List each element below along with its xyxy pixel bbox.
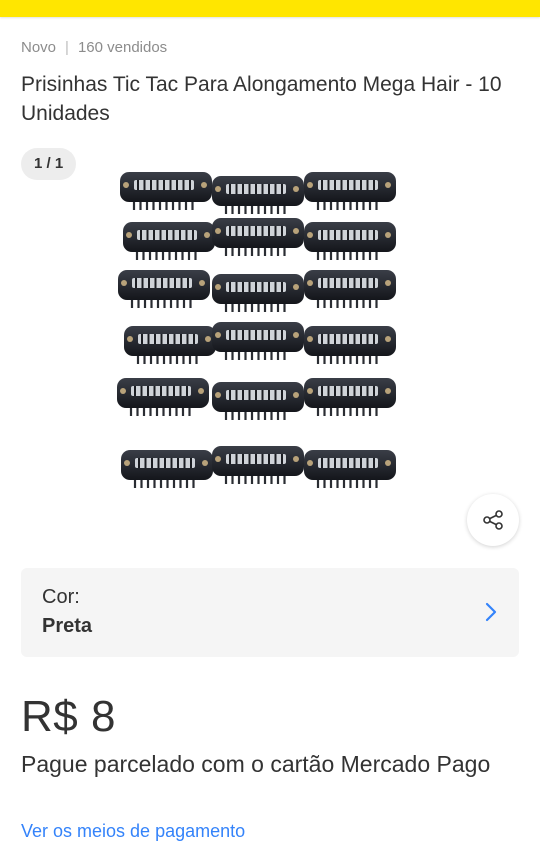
price: R$ 8 xyxy=(21,692,116,741)
hair-clip xyxy=(304,172,396,210)
hair-clip xyxy=(304,378,396,416)
variant-label: Cor: xyxy=(42,586,80,608)
hair-clip xyxy=(212,382,304,420)
hair-clip xyxy=(212,446,304,484)
hair-clip xyxy=(212,218,304,256)
color-variant-selector[interactable]: Cor: Preta xyxy=(21,568,519,657)
sold-count: 160 vendidos xyxy=(77,39,168,56)
payment-methods-link[interactable]: Ver os meios de pagamento xyxy=(21,821,245,842)
hair-clip xyxy=(304,326,396,364)
hair-clip xyxy=(117,378,209,416)
share-button[interactable] xyxy=(467,494,519,546)
hair-clip xyxy=(121,450,213,488)
hair-clip xyxy=(304,450,396,488)
hair-clip xyxy=(123,222,215,260)
product-meta: Novo | 160 vendidos xyxy=(21,39,167,56)
chevron-right-icon xyxy=(485,602,497,622)
gallery-counter: 1 / 1 xyxy=(21,148,77,180)
hair-clip xyxy=(118,270,210,308)
product-title: Prisinhas Tic Tac Para Alongamento Mega … xyxy=(21,73,502,125)
hair-clip xyxy=(212,274,304,312)
variant-value: Preta xyxy=(42,615,93,637)
hair-clips-photo xyxy=(117,172,396,488)
hair-clip xyxy=(120,172,212,210)
share-icon xyxy=(483,510,503,530)
hair-clip xyxy=(304,270,396,308)
meta-separator: | xyxy=(65,39,69,56)
condition-label: Novo xyxy=(21,39,57,56)
top-app-bar xyxy=(0,0,540,17)
hair-clip xyxy=(212,322,304,360)
product-image[interactable] xyxy=(100,160,440,512)
installments-text: Pague parcelado com o cartão Mercado Pag… xyxy=(21,751,491,777)
hair-clip xyxy=(304,222,396,260)
hair-clip xyxy=(124,326,216,364)
hair-clip xyxy=(212,176,304,214)
